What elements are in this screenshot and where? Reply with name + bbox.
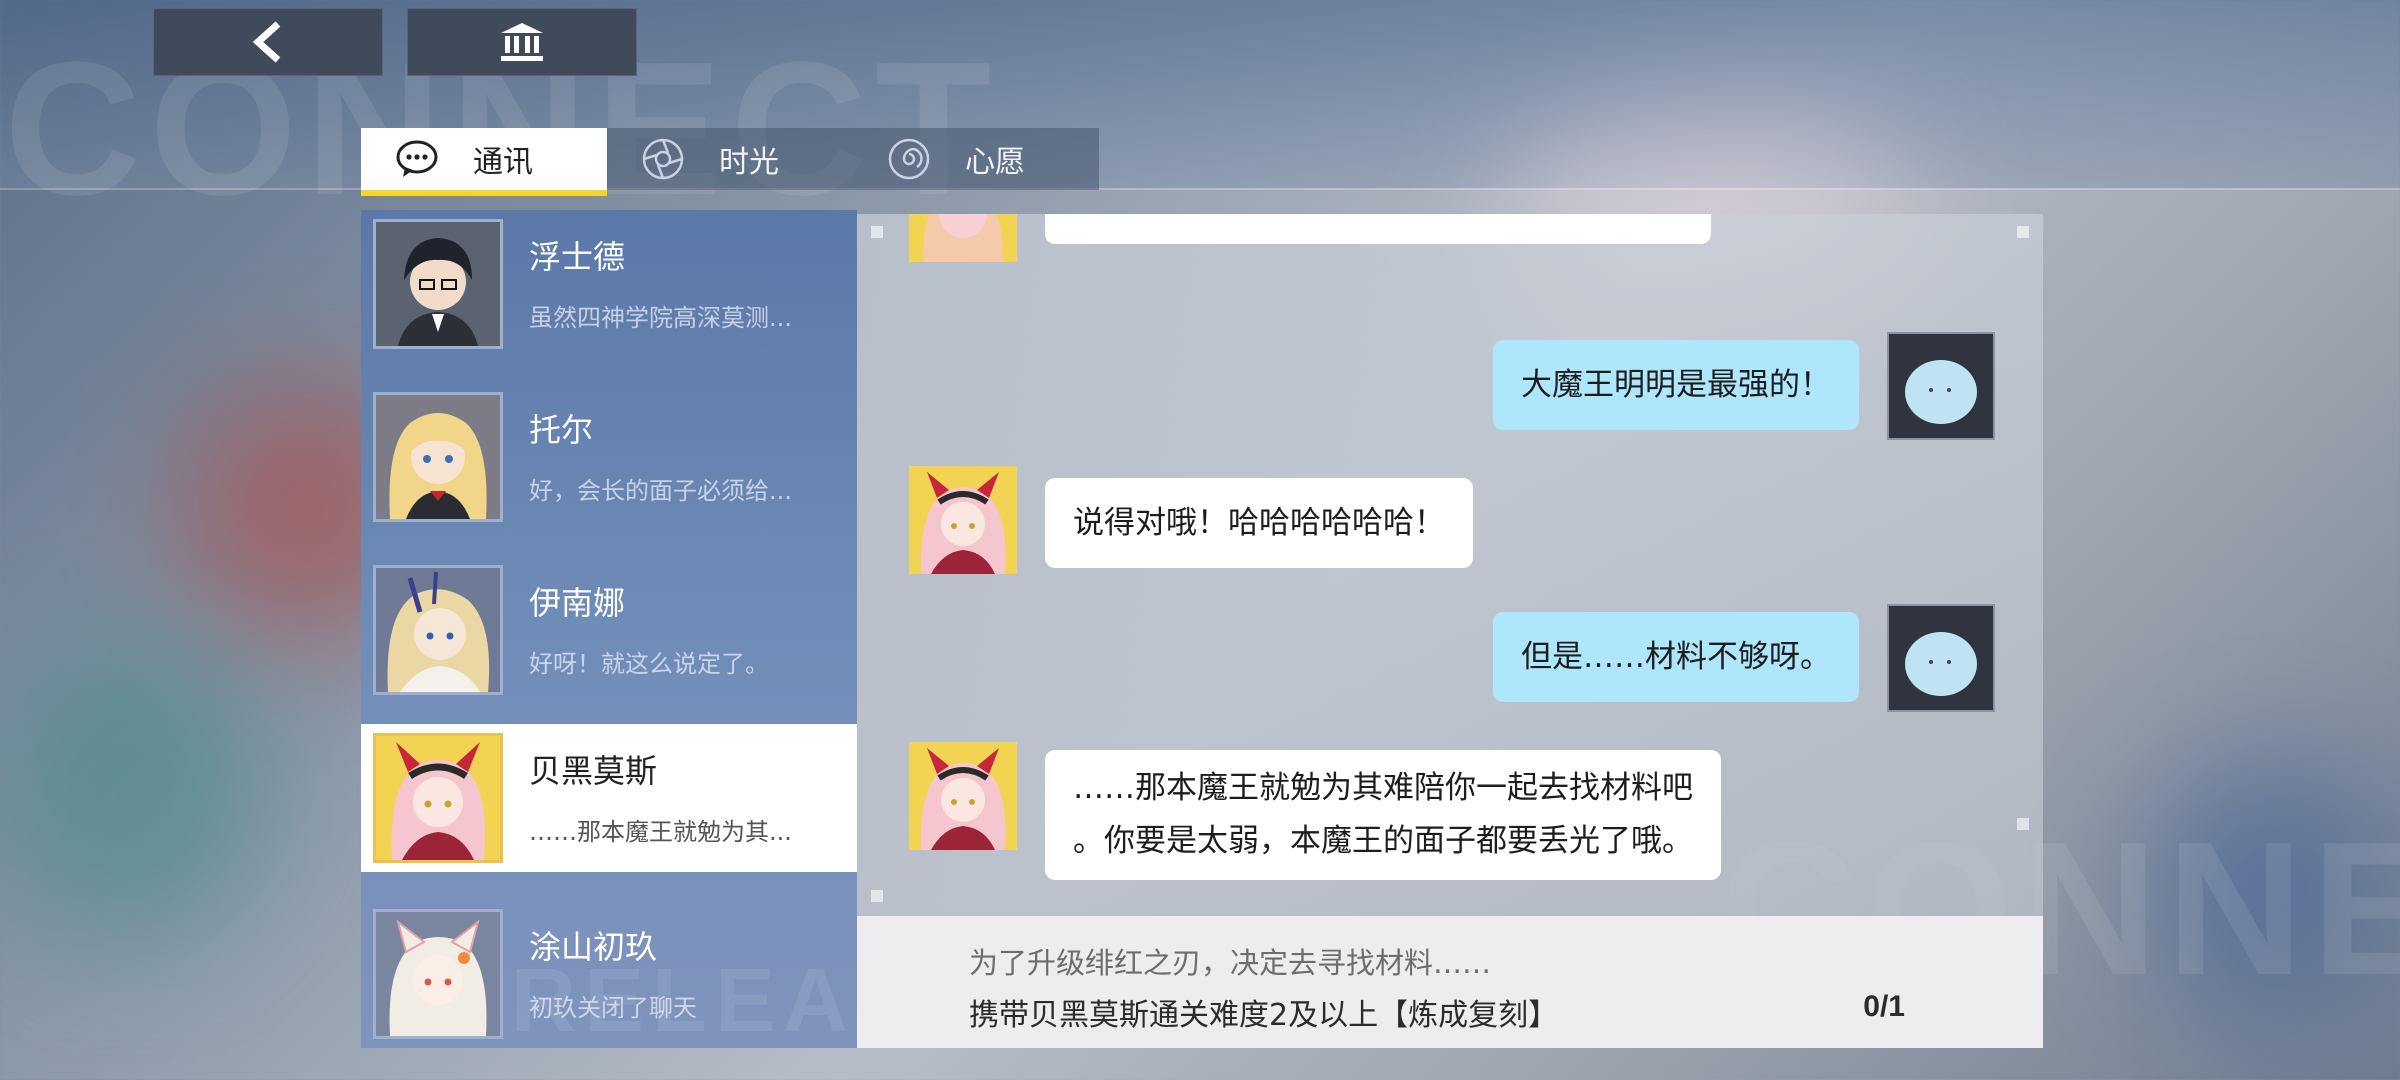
tab-bar: 通讯 时光 心愿 — [361, 128, 1099, 196]
contact-item-thor[interactable]: 托尔 好，会长的面子必须给... — [361, 383, 857, 531]
aperture-icon — [641, 137, 685, 181]
chat-avatar-behemoth — [909, 742, 1017, 850]
avatar-behemoth — [373, 733, 503, 863]
avatar-faust — [373, 219, 503, 349]
corner-mark — [871, 890, 883, 902]
contact-item-tushan[interactable]: 涂山初玖 初玖关闭了聊天 — [361, 900, 857, 1048]
chat-bubble-partial — [1045, 214, 1711, 244]
spiral-icon — [887, 137, 931, 181]
tab-time[interactable]: 时光 — [607, 128, 853, 190]
avatar-tushan — [373, 909, 503, 1039]
contact-item-inanna[interactable]: 伊南娜 好呀！就这么说定了。 — [361, 556, 857, 704]
bg-blob-teal — [0, 640, 260, 940]
tab-wish-label: 心愿 — [965, 145, 1025, 180]
chat-panel[interactable]: 大魔王明明是最强的！ 说得对哦！哈哈哈哈哈哈！ 但是……材料不够呀。 ……那本魔… — [857, 214, 2043, 916]
contact-list: RELEASE 浮士德 虽然四神学院高深莫测... — [361, 210, 857, 1048]
tab-comms-label: 通讯 — [473, 145, 533, 180]
chevron-left-icon — [248, 20, 288, 64]
quest-progress: 0/1 — [1863, 990, 1905, 1023]
contact-preview: 好呀！就这么说定了。 — [529, 650, 769, 678]
contact-preview: 好，会长的面子必须给... — [529, 477, 792, 505]
bank-building-icon — [499, 21, 545, 63]
chat-avatar-self — [1887, 604, 1995, 712]
contact-name: 托尔 — [529, 411, 594, 449]
chat-bubble-self: 大魔王明明是最强的！ — [1493, 340, 1859, 430]
avatar-thor — [373, 392, 503, 522]
contact-name: 涂山初玖 — [529, 928, 658, 966]
chat-bubble-icon — [395, 137, 439, 181]
tab-time-label: 时光 — [719, 145, 779, 180]
quest-panel[interactable]: 为了升级绯红之刃，决定去寻找材料…… 携带贝黑莫斯通关难度2及以上【炼成复刻】 … — [857, 916, 2043, 1048]
corner-mark — [2017, 226, 2029, 238]
contact-preview: 虽然四神学院高深莫测... — [529, 304, 792, 332]
quest-task: 携带贝黑莫斯通关难度2及以上【炼成复刻】 — [969, 998, 1559, 1033]
contact-name: 伊南娜 — [529, 584, 626, 622]
contact-name: 贝黑莫斯 — [529, 752, 658, 790]
quest-description: 为了升级绯红之刃，决定去寻找材料…… — [969, 946, 1492, 980]
tab-wish[interactable]: 心愿 — [853, 128, 1099, 190]
chat-bubble-self: 但是……材料不够呀。 — [1493, 612, 1859, 702]
corner-mark — [871, 226, 883, 238]
contact-preview: 初玖关闭了聊天 — [529, 994, 697, 1022]
chat-avatar-behemoth — [909, 466, 1017, 574]
divider-line — [0, 188, 2400, 190]
chat-line: 。你要是太弱，本魔王的面子都要丢光了哦。 — [1073, 823, 1693, 859]
home-button[interactable] — [407, 8, 637, 76]
chat-avatar-behemoth — [909, 214, 1017, 262]
back-button[interactable] — [153, 8, 383, 76]
contact-item-faust[interactable]: 浮士德 虽然四神学院高深莫测... — [361, 210, 857, 358]
contact-item-behemoth[interactable]: 贝黑莫斯 ……那本魔王就勉为其... — [361, 724, 857, 872]
chat-line: ……那本魔王就勉为其难陪你一起去找材料吧 — [1073, 770, 1693, 806]
avatar-inanna — [373, 565, 503, 695]
chat-bubble-other-multiline: ……那本魔王就勉为其难陪你一起去找材料吧 。你要是太弱，本魔王的面子都要丢光了哦… — [1045, 750, 1721, 880]
contact-preview: ……那本魔王就勉为其... — [529, 818, 792, 846]
tab-comms[interactable]: 通讯 — [361, 128, 607, 196]
contact-name: 浮士德 — [529, 238, 626, 276]
corner-mark — [2017, 818, 2029, 830]
chat-avatar-self — [1887, 332, 1995, 440]
chat-bubble-other: 说得对哦！哈哈哈哈哈哈！ — [1045, 478, 1473, 568]
